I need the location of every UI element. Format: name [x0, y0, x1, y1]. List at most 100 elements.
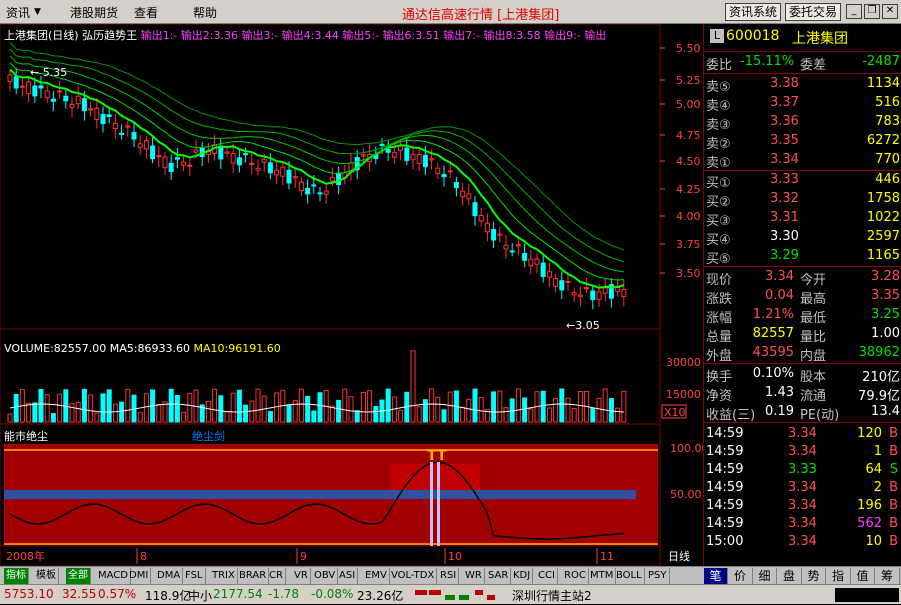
volume-bar: [156, 403, 162, 423]
ask-row[interactable]: 卖② 3.35 6272: [704, 133, 901, 152]
volume-bar: [125, 388, 131, 423]
candle-body: [261, 158, 267, 163]
date-month-label: 9: [300, 550, 307, 563]
ask-row[interactable]: 卖⑤ 3.38 1134: [704, 76, 901, 95]
close-icon[interactable]: ✕: [882, 4, 898, 19]
tab-psy[interactable]: PSY: [646, 568, 670, 584]
signal-bar: [430, 462, 433, 546]
tab-模板[interactable]: 模板: [34, 568, 59, 584]
tab-全部[interactable]: 全部: [66, 568, 91, 584]
tab-vol-tdx[interactable]: VOL-TDX: [389, 568, 438, 584]
right-tab-5[interactable]: 指: [827, 568, 851, 584]
sme-label: 中小: [188, 589, 213, 603]
kline-chart[interactable]: 5.50 5.25 5.00 4.75 4.50 4.25 4.00 3.75 3.50 ← 5.…: [0, 24, 703, 566]
tab-dmi[interactable]: DMI: [127, 568, 152, 584]
menu-hk-futures[interactable]: 港股期货: [70, 4, 118, 21]
sh-change: 32.55: [62, 587, 97, 601]
tab-brar[interactable]: BRAR: [237, 568, 270, 584]
volume-bar: [236, 389, 242, 423]
candle-body: [100, 113, 106, 125]
tab-dma[interactable]: DMA: [155, 568, 184, 584]
tab-emv[interactable]: EMV: [363, 568, 390, 584]
candle-body: [497, 233, 503, 236]
ma-line: [9, 55, 624, 273]
tab-cr[interactable]: CR: [267, 568, 286, 584]
signal-bar: [437, 462, 440, 546]
volume-bar: [205, 400, 211, 423]
volume-bar: [416, 406, 422, 423]
menu-view[interactable]: 查看: [134, 4, 158, 21]
tick-row: 14:59 3.34 196 B: [706, 498, 898, 513]
candle-body: [224, 151, 230, 154]
trade-button[interactable]: 委托交易: [785, 3, 842, 21]
bid-row[interactable]: 买③ 3.31 1022: [704, 210, 901, 229]
tab-asi[interactable]: ASI: [337, 568, 359, 584]
indicator-tick-label: 100.00: [670, 442, 703, 455]
tab-指标[interactable]: 指标: [4, 568, 29, 584]
ask-row[interactable]: 卖③ 3.36 783: [704, 114, 901, 133]
tab-cci[interactable]: CCI: [536, 568, 558, 584]
candle-body: [404, 147, 410, 161]
candle-body: [280, 166, 286, 177]
info-system-button[interactable]: 资讯系统: [725, 3, 782, 21]
output-10: 输出: [584, 29, 607, 42]
tab-roc[interactable]: ROC: [562, 568, 589, 584]
volume-bar: [106, 389, 112, 423]
tab-trix[interactable]: TRIX: [210, 568, 238, 584]
candle-body: [422, 154, 428, 168]
output-9: 输出9:-: [544, 29, 581, 42]
right-tab-1[interactable]: 价: [729, 568, 753, 584]
bid-row[interactable]: 买⑤ 3.29 1165: [704, 248, 901, 267]
right-tab-3[interactable]: 盘: [778, 568, 802, 584]
tick-row: 15:00 3.34 10 B: [706, 534, 898, 549]
sme-amount: 23.26亿: [357, 589, 404, 603]
period-label: 日线: [668, 549, 690, 563]
ask-row[interactable]: 卖④ 3.37 516: [704, 95, 901, 114]
candle-body: [236, 157, 242, 166]
volume-bar: [577, 391, 583, 423]
volume-bar: [441, 409, 447, 423]
status-bar: 5753.10 32.55 0.57% 118.9亿 中小 2177.54 -1…: [0, 584, 901, 604]
volume-bar: [478, 397, 484, 423]
candle-body: [534, 258, 540, 265]
tab-wr[interactable]: WR: [463, 568, 485, 584]
candle-body: [441, 173, 447, 178]
tab-mtm[interactable]: MTM: [588, 568, 617, 584]
tab-rsi[interactable]: RSI: [438, 568, 460, 584]
tab-obv[interactable]: OBV: [312, 568, 339, 584]
candle-body: [466, 193, 472, 200]
candle-body: [311, 184, 317, 187]
minimize-icon[interactable]: _: [846, 4, 862, 19]
bid-row[interactable]: 买② 3.32 1758: [704, 191, 901, 210]
tick-row: 14:59 3.34 120 B: [706, 426, 898, 441]
volume-bar: [255, 388, 261, 423]
volume-bar: [615, 407, 621, 423]
ask-row[interactable]: 卖① 3.34 770: [704, 152, 901, 171]
volume-bar: [373, 405, 379, 423]
right-tab-2[interactable]: 细: [753, 568, 777, 584]
right-tab-6[interactable]: 值: [851, 568, 875, 584]
chart-area[interactable]: 5.50 5.25 5.00 4.75 4.50 4.25 4.00 3.75 3.50 ← 5.…: [0, 24, 703, 566]
stock-code: 600018: [726, 28, 780, 44]
sme-change: -1.78: [268, 587, 300, 601]
candle-body: [112, 122, 118, 130]
tab-boll[interactable]: BOLL: [614, 568, 645, 584]
tab-vr[interactable]: VR: [292, 568, 311, 584]
candle-body: [478, 214, 484, 222]
volume-bar: [32, 402, 38, 423]
tab-sar[interactable]: SAR: [486, 568, 512, 584]
right-tab-7[interactable]: 筹: [876, 568, 900, 584]
menu-help[interactable]: 帮助: [193, 4, 217, 21]
bid-row[interactable]: 买④ 3.30 2597: [704, 229, 901, 248]
price-tick-label: 5.25: [676, 74, 701, 87]
tab-fsl[interactable]: FSL: [183, 568, 206, 584]
volume-bar: [75, 402, 81, 423]
indicator-tab-bar: 指标 模板 全部 MACD DMI DMA FSL TRIX BRAR CR VR OBV ASI EMV…: [0, 566, 901, 584]
right-tab-0[interactable]: 笔: [704, 568, 728, 584]
menu-news[interactable]: 资讯: [6, 4, 30, 21]
right-tab-4[interactable]: 势: [802, 568, 826, 584]
restore-icon[interactable]: ❐: [864, 4, 880, 19]
tab-kdj[interactable]: KDJ: [511, 568, 534, 584]
bid-row[interactable]: 买① 3.33 446: [704, 172, 901, 191]
tab-macd[interactable]: MACD: [96, 568, 131, 584]
